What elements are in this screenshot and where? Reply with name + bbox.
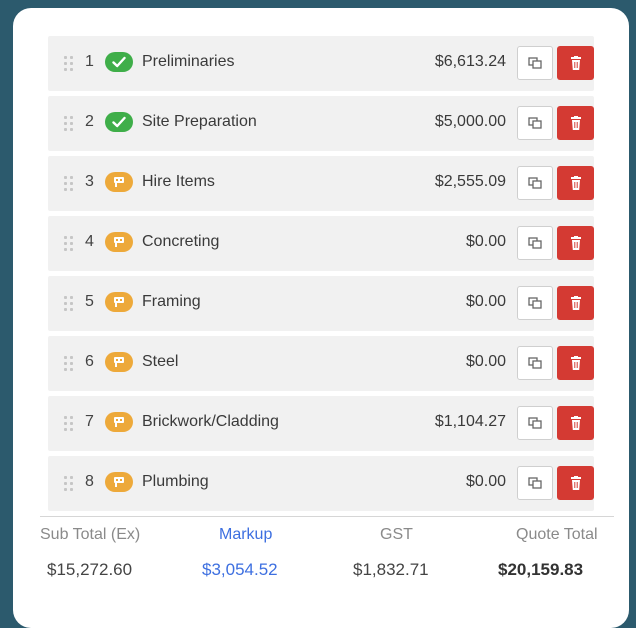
flag-icon: [105, 472, 133, 492]
section-number: 7: [85, 413, 94, 430]
flag-icon: [105, 232, 133, 252]
trash-icon: [570, 56, 581, 70]
copy-icon: [528, 57, 542, 69]
section-name: Brickwork/Cladding: [142, 413, 279, 430]
drag-handle-icon[interactable]: [64, 476, 74, 492]
delete-button[interactable]: [557, 166, 594, 200]
copy-icon: [528, 357, 542, 369]
delete-button[interactable]: [557, 466, 594, 500]
drag-handle-icon[interactable]: [64, 116, 74, 132]
copy-button[interactable]: [517, 346, 553, 380]
drag-handle-icon[interactable]: [64, 56, 74, 72]
section-row[interactable]: 2 Site Preparation $5,000.00: [48, 96, 594, 151]
section-name: Site Preparation: [142, 113, 257, 130]
copy-button[interactable]: [517, 106, 553, 140]
section-amount: $0.00: [465, 293, 506, 310]
section-list: 1 Preliminaries $6,613.24 2 Site Prepara…: [48, 36, 594, 516]
quote-total-value: $20,159.83: [498, 560, 584, 579]
section-number: 3: [85, 173, 94, 190]
section-number: 5: [85, 293, 94, 310]
copy-icon: [528, 417, 542, 429]
section-row[interactable]: 6 Steel $0.00: [48, 336, 594, 391]
delete-button[interactable]: [557, 226, 594, 260]
copy-icon: [528, 117, 542, 129]
totals-divider: [40, 516, 614, 517]
gst-block: GST $1,832.71: [353, 526, 429, 580]
trash-icon: [570, 296, 581, 310]
section-number: 4: [85, 233, 94, 250]
check-icon: [105, 112, 133, 132]
section-number: 6: [85, 353, 94, 370]
section-amount: $2,555.09: [434, 173, 506, 190]
flag-icon: [105, 172, 133, 192]
trash-icon: [570, 416, 581, 430]
copy-icon: [528, 237, 542, 249]
delete-button[interactable]: [557, 106, 594, 140]
section-row[interactable]: 8 Plumbing $0.00: [48, 456, 594, 511]
trash-icon: [570, 116, 581, 130]
drag-handle-icon[interactable]: [64, 176, 74, 192]
section-name: Hire Items: [142, 173, 215, 190]
delete-button[interactable]: [557, 286, 594, 320]
markup-value[interactable]: $3,054.52: [202, 560, 278, 580]
drag-handle-icon[interactable]: [64, 236, 74, 252]
copy-button[interactable]: [517, 226, 553, 260]
trash-icon: [570, 476, 581, 490]
section-number: 1: [85, 53, 94, 70]
section-number: 8: [85, 473, 94, 490]
section-name: Framing: [142, 293, 201, 310]
subtotal-value: $15,272.60: [47, 560, 133, 579]
quote-total-label: Quote Total: [516, 526, 598, 543]
delete-button[interactable]: [557, 406, 594, 440]
section-row[interactable]: 7 Brickwork/Cladding $1,104.27: [48, 396, 594, 451]
gst-value: $1,832.71: [353, 560, 429, 579]
section-name: Plumbing: [142, 473, 209, 490]
subtotal-block: Sub Total (Ex) $15,272.60: [40, 526, 140, 580]
flag-icon: [105, 352, 133, 372]
trash-icon: [570, 176, 581, 190]
quote-total-block: Quote Total $20,159.83: [498, 526, 598, 580]
section-name: Preliminaries: [142, 53, 235, 70]
copy-icon: [528, 177, 542, 189]
totals-summary: Sub Total (Ex) $15,272.60 Markup $3,054.…: [40, 526, 614, 596]
section-amount: $1,104.27: [434, 413, 506, 430]
copy-button[interactable]: [517, 406, 553, 440]
section-row[interactable]: 5 Framing $0.00: [48, 276, 594, 331]
section-row[interactable]: 3 Hire Items $2,555.09: [48, 156, 594, 211]
section-name: Steel: [142, 353, 179, 370]
trash-icon: [570, 236, 581, 250]
section-amount: $0.00: [465, 233, 506, 250]
copy-button[interactable]: [517, 46, 553, 80]
subtotal-label: Sub Total (Ex): [40, 526, 141, 543]
copy-button[interactable]: [517, 466, 553, 500]
section-name: Concreting: [142, 233, 220, 250]
delete-button[interactable]: [557, 346, 594, 380]
flag-icon: [105, 412, 133, 432]
section-row[interactable]: 1 Preliminaries $6,613.24: [48, 36, 594, 91]
check-icon: [105, 52, 133, 72]
copy-button[interactable]: [517, 286, 553, 320]
copy-button[interactable]: [517, 166, 553, 200]
section-row[interactable]: 4 Concreting $0.00: [48, 216, 594, 271]
trash-icon: [570, 356, 581, 370]
copy-icon: [528, 477, 542, 489]
quote-card: 1 Preliminaries $6,613.24 2 Site Prepara…: [13, 8, 629, 628]
drag-handle-icon[interactable]: [64, 416, 74, 432]
section-amount: $6,613.24: [434, 53, 506, 70]
markup-label[interactable]: Markup: [219, 526, 278, 544]
section-amount: $5,000.00: [434, 113, 506, 130]
drag-handle-icon[interactable]: [64, 356, 74, 372]
markup-block: Markup $3,054.52: [202, 526, 278, 580]
section-amount: $0.00: [465, 473, 506, 490]
section-number: 2: [85, 113, 94, 130]
gst-label: GST: [380, 526, 413, 543]
copy-icon: [528, 297, 542, 309]
drag-handle-icon[interactable]: [64, 296, 74, 312]
delete-button[interactable]: [557, 46, 594, 80]
flag-icon: [105, 292, 133, 312]
section-amount: $0.00: [465, 353, 506, 370]
